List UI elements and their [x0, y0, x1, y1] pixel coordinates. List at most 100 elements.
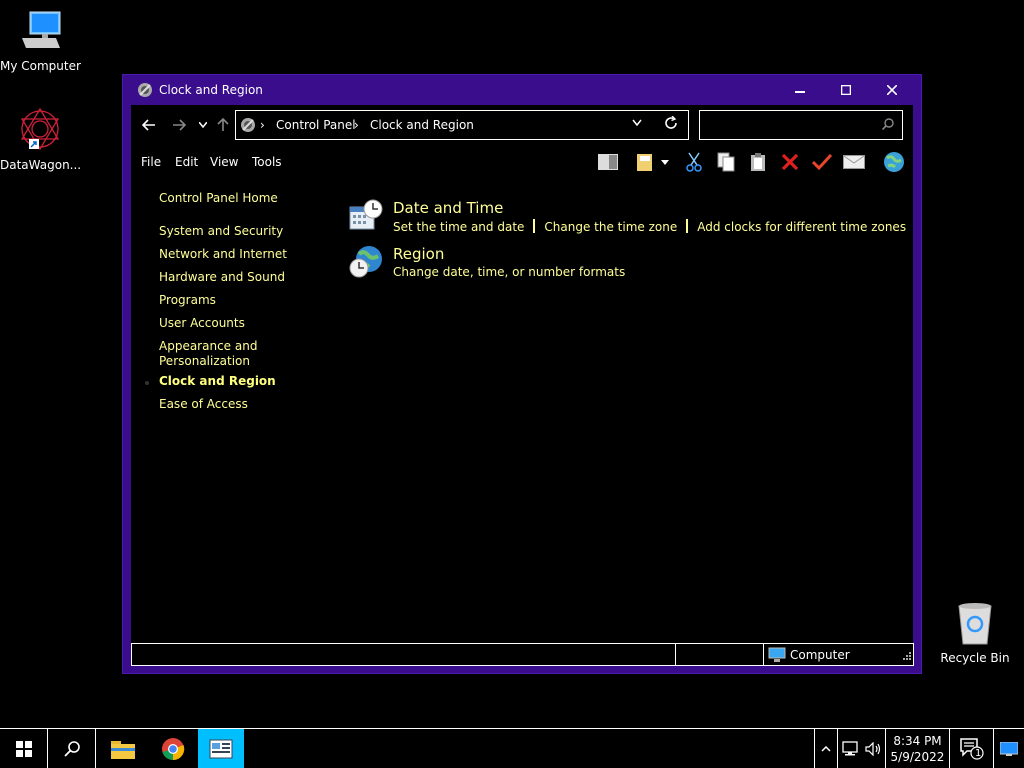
menu-edit[interactable]: Edit [175, 155, 198, 169]
maximize-icon [841, 85, 851, 95]
envelope-icon [843, 155, 865, 169]
cut-button[interactable] [683, 151, 705, 173]
close-button[interactable] [869, 75, 915, 105]
taskbar-file-explorer[interactable] [100, 729, 146, 768]
set-time-and-date-link[interactable]: Set the time and date [393, 220, 524, 234]
show-hidden-icons-button[interactable] [814, 729, 838, 768]
minimize-button[interactable] [777, 75, 823, 105]
arrow-up-icon [217, 118, 229, 131]
taskbar-control-panel[interactable] [198, 729, 244, 768]
computer-icon [768, 647, 786, 662]
menu-file[interactable]: File [141, 155, 161, 169]
nav-hardware-and-sound[interactable]: Hardware and Sound [159, 270, 285, 285]
taskbar: 8:34 PM 5/9/2022 1 [0, 728, 1024, 768]
scissors-icon [686, 152, 702, 172]
action-center-button[interactable]: 1 [950, 729, 994, 768]
maximize-button[interactable] [823, 75, 869, 105]
change-formats-link[interactable]: Change date, time, or number formats [393, 265, 625, 279]
status-divider [675, 644, 676, 665]
preview-pane-icon [598, 154, 618, 170]
date-and-time-title[interactable]: Date and Time [393, 199, 503, 217]
address-bar[interactable]: › Control Panel › Clock and Region [235, 110, 689, 140]
back-button[interactable] [139, 115, 159, 135]
copy-button[interactable] [715, 151, 737, 173]
delete-button[interactable] [779, 151, 801, 173]
properties-button[interactable] [811, 151, 833, 173]
chevron-down-icon [632, 119, 642, 127]
region-title[interactable]: Region [393, 245, 444, 263]
control-panel-icon [240, 117, 256, 136]
title-bar[interactable]: Clock and Region [123, 75, 921, 105]
views-dropdown-button[interactable] [659, 151, 671, 173]
clock-date: 5/9/2022 [890, 749, 945, 764]
globe-clock-icon [349, 245, 383, 282]
nav-control-panel-home[interactable]: Control Panel Home [159, 191, 278, 206]
recent-locations-button[interactable] [193, 115, 213, 135]
views-button[interactable] [635, 151, 657, 173]
address-dropdown-button[interactable] [632, 118, 642, 129]
up-button[interactable] [213, 115, 233, 135]
network-tray-button[interactable] [838, 729, 862, 768]
nav-network-and-internet[interactable]: Network and Internet [159, 247, 287, 262]
arrow-right-icon [173, 119, 186, 131]
change-time-zone-link[interactable]: Change the time zone [544, 220, 677, 234]
refresh-icon [665, 115, 677, 129]
resize-grip-icon[interactable] [903, 649, 911, 663]
desktop-icon-datawagon[interactable]: DataWagon... [0, 105, 81, 172]
desktop-icon-label: My Computer [0, 59, 81, 73]
internet-button[interactable] [883, 151, 905, 173]
recycle-bin-icon [958, 603, 992, 645]
folder-icon [111, 740, 135, 759]
breadcrumb-separator-icon[interactable]: › [260, 118, 265, 132]
globe-icon [884, 152, 904, 172]
calendar-clock-icon [349, 199, 383, 234]
window-title: Clock and Region [159, 83, 263, 97]
nav-programs[interactable]: Programs [159, 293, 216, 308]
breadcrumb-control-panel[interactable]: Control Panel [276, 118, 356, 132]
chevron-up-icon [821, 745, 831, 752]
control-panel-icon [209, 739, 233, 758]
notification-count-badge: 1 [975, 748, 982, 759]
navigation-bar: › Control Panel › Clock and Region [131, 105, 913, 145]
computer-icon [22, 11, 61, 48]
desktop-icon-recycle-bin[interactable]: Recycle Bin [935, 600, 1015, 665]
taskbar-chrome[interactable] [150, 729, 196, 768]
search-icon [881, 118, 894, 133]
email-button[interactable] [843, 151, 865, 173]
menu-view[interactable]: View [210, 155, 238, 169]
delete-x-icon [781, 153, 799, 171]
system-clock[interactable]: 8:34 PM 5/9/2022 [886, 729, 950, 768]
nav-user-accounts[interactable]: User Accounts [159, 316, 245, 331]
breadcrumb-clock-and-region[interactable]: Clock and Region [370, 118, 474, 132]
refresh-button[interactable] [664, 115, 678, 134]
nav-clock-and-region[interactable]: Clock and Region [159, 374, 276, 389]
status-location-text: Computer [790, 648, 850, 662]
desktop-icon [1000, 741, 1018, 756]
arrow-left-icon [142, 119, 155, 131]
breadcrumb-separator-icon[interactable]: › [354, 118, 359, 132]
search-input[interactable] [699, 110, 903, 140]
taskbar-search-button[interactable] [48, 729, 96, 768]
show-desktop-button[interactable] [994, 729, 1024, 768]
control-panel-window: Clock and Region › Control Panel › Clock… [122, 74, 922, 674]
forward-button[interactable] [169, 115, 189, 135]
desktop-icon-my-computer[interactable]: My Computer [0, 8, 81, 73]
add-clocks-link[interactable]: Add clocks for different time zones [697, 220, 906, 234]
datawagon-icon [20, 107, 60, 151]
preview-pane-button[interactable] [597, 151, 619, 173]
volume-tray-button[interactable] [862, 729, 886, 768]
network-icon [842, 740, 858, 755]
menu-tools[interactable]: Tools [252, 155, 282, 169]
nav-ease-of-access[interactable]: Ease of Access [159, 397, 248, 412]
nav-appearance-line2[interactable]: Personalization [159, 354, 250, 369]
minimize-icon [795, 91, 805, 93]
paste-button[interactable] [747, 151, 769, 173]
copy-icon [717, 152, 735, 172]
nav-system-and-security[interactable]: System and Security [159, 224, 283, 239]
start-button[interactable] [0, 729, 48, 768]
nav-appearance-line1[interactable]: Appearance and [159, 339, 257, 354]
chrome-icon [162, 737, 185, 760]
folder-icon [637, 154, 652, 171]
link-separator [533, 219, 536, 233]
control-panel-icon [137, 82, 153, 101]
